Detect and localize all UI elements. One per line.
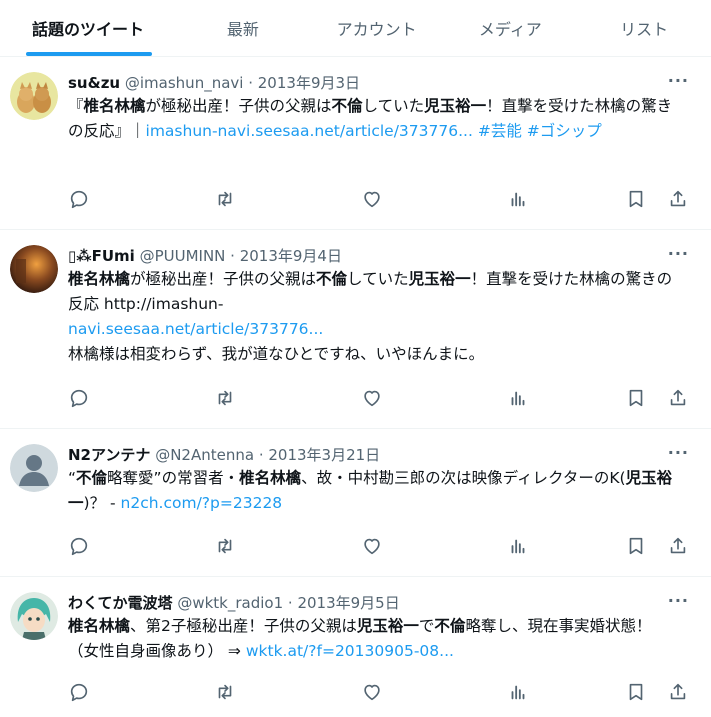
tab-media[interactable]: メディア xyxy=(444,0,578,56)
share-icon[interactable] xyxy=(667,535,689,557)
search-tabs: 話題のツイート 最新 アカウント メディア リスト xyxy=(0,0,711,57)
tweet-actions xyxy=(68,187,689,211)
tweet-link[interactable]: navi.seesaa.net/article/373776... xyxy=(68,320,323,338)
tweet-date[interactable]: 2013年3月21日 xyxy=(268,446,380,464)
display-name[interactable]: N2アンテナ xyxy=(68,446,150,464)
share-icon[interactable] xyxy=(667,188,689,210)
tweet-date[interactable]: 2013年9月4日 xyxy=(240,247,342,265)
user-handle[interactable]: @N2Antenna xyxy=(155,446,254,464)
retweet-icon[interactable] xyxy=(214,681,236,703)
more-icon[interactable]: ··· xyxy=(668,591,689,610)
tweet-link[interactable]: #芸能 xyxy=(478,122,522,140)
tweet[interactable]: N2アンテナ @N2Antenna · 2013年3月21日 ··· “不倫略奪… xyxy=(0,429,711,577)
avatar[interactable] xyxy=(10,592,58,640)
keyword-highlight: 不倫 xyxy=(316,270,348,288)
tweet[interactable]: ▯⁂FUmi @PUUMINN · 2013年9月4日 ··· 椎名林檎が極秘出… xyxy=(0,230,711,429)
avatar[interactable] xyxy=(10,444,58,492)
tab-label: アカウント xyxy=(336,20,417,39)
tweet-actions xyxy=(68,534,689,558)
reply-icon[interactable] xyxy=(68,188,90,210)
tab-top[interactable]: 話題のツイート xyxy=(0,0,176,56)
tweet-text: 『椎名林檎が極秘出産！子供の父親は不倫していた児玉裕一！直撃を受けた林檎の驚きの… xyxy=(68,97,673,140)
display-name[interactable]: su&zu xyxy=(68,74,120,92)
display-name[interactable]: ▯⁂FUmi xyxy=(68,247,135,265)
save-share-actions xyxy=(625,188,689,210)
tweet-text: “不倫略奪愛”の常習者・椎名林檎、故・中村勘三郎の次は映像ディレクターのK(児玉… xyxy=(68,469,673,512)
tab-label: 話題のツイート xyxy=(31,20,144,39)
tab-lists[interactable]: リスト xyxy=(577,0,711,56)
tab-label: リスト xyxy=(620,20,669,39)
share-icon[interactable] xyxy=(667,387,689,409)
keyword-highlight: 児玉裕一 xyxy=(356,617,419,635)
tweet[interactable]: わくてか電波塔 @wktk_radio1 · 2013年9月5日 ··· 椎名林… xyxy=(0,577,711,717)
tweet-text: 椎名林檎、第2子極秘出産！子供の父親は児玉裕一で不倫略奪し、現在事実婚状態！（女… xyxy=(68,617,652,660)
like-icon[interactable] xyxy=(361,681,383,703)
bookmark-icon[interactable] xyxy=(625,681,647,703)
engagement-actions xyxy=(68,387,625,409)
bookmark-icon[interactable] xyxy=(625,535,647,557)
views-icon[interactable] xyxy=(507,387,529,409)
user-handle[interactable]: @wktk_radio1 xyxy=(177,594,283,612)
bookmark-icon[interactable] xyxy=(625,188,647,210)
reply-icon[interactable] xyxy=(68,535,90,557)
tweet-link[interactable]: imashun-navi.seesaa.net/article/373776..… xyxy=(146,122,473,140)
tweet-link[interactable]: #ゴシップ xyxy=(527,122,602,140)
retweet-icon[interactable] xyxy=(214,535,236,557)
keyword-highlight: 児玉裕一 xyxy=(408,270,471,288)
more-icon[interactable]: ··· xyxy=(668,71,689,90)
tweet-date[interactable]: 2013年9月5日 xyxy=(297,594,399,612)
tweet-text: 椎名林檎が極秘出産！子供の父親は不倫していた児玉裕一！直撃を受けた林檎の驚きの反… xyxy=(68,270,673,363)
save-share-actions xyxy=(625,387,689,409)
keyword-highlight: 不倫 xyxy=(76,469,108,487)
keyword-highlight: 椎名林檎 xyxy=(239,469,302,487)
save-share-actions xyxy=(625,535,689,557)
like-icon[interactable] xyxy=(361,535,383,557)
tab-people[interactable]: アカウント xyxy=(310,0,444,56)
active-tab-indicator xyxy=(26,52,152,56)
tab-latest[interactable]: 最新 xyxy=(176,0,310,56)
tweet-header: ▯⁂FUmi @PUUMINN · 2013年9月4日 xyxy=(68,247,342,265)
tweet-header: N2アンテナ @N2Antenna · 2013年3月21日 xyxy=(68,446,381,464)
like-icon[interactable] xyxy=(361,387,383,409)
views-icon[interactable] xyxy=(507,188,529,210)
tab-label: 最新 xyxy=(226,20,259,39)
tweet-header: わくてか電波塔 @wktk_radio1 · 2013年9月5日 xyxy=(68,594,400,612)
reply-icon[interactable] xyxy=(68,387,90,409)
tweet-link[interactable]: wktk.at/?f=20130905-08... xyxy=(246,642,454,660)
engagement-actions xyxy=(68,188,625,210)
views-icon[interactable] xyxy=(507,681,529,703)
save-share-actions xyxy=(625,681,689,703)
like-icon[interactable] xyxy=(361,188,383,210)
keyword-highlight: 児玉裕一 xyxy=(424,97,487,115)
share-icon[interactable] xyxy=(667,681,689,703)
tweet-actions xyxy=(68,386,689,410)
keyword-highlight: 椎名林檎 xyxy=(83,97,146,115)
display-name[interactable]: わくてか電波塔 xyxy=(68,594,173,612)
engagement-actions xyxy=(68,535,625,557)
tweet-link[interactable]: n2ch.com/?p=23228 xyxy=(121,494,283,512)
retweet-icon[interactable] xyxy=(214,188,236,210)
avatar[interactable] xyxy=(10,245,58,293)
bookmark-icon[interactable] xyxy=(625,387,647,409)
tab-label: メディア xyxy=(478,20,542,39)
keyword-highlight: 不倫 xyxy=(434,617,466,635)
user-handle[interactable]: @imashun_navi xyxy=(125,74,244,92)
keyword-highlight: 椎名林檎 xyxy=(68,270,131,288)
reply-icon[interactable] xyxy=(68,681,90,703)
keyword-highlight: 椎名林檎 xyxy=(68,617,131,635)
more-icon[interactable]: ··· xyxy=(668,244,689,263)
tweet-date[interactable]: 2013年9月3日 xyxy=(258,74,360,92)
keyword-highlight: 不倫 xyxy=(331,97,363,115)
tweet[interactable]: su&zu @imashun_navi · 2013年9月3日 ··· 『椎名林… xyxy=(0,57,711,230)
tweet-header: su&zu @imashun_navi · 2013年9月3日 xyxy=(68,74,361,92)
avatar[interactable] xyxy=(10,72,58,120)
tweet-actions xyxy=(68,680,689,704)
user-handle[interactable]: @PUUMINN xyxy=(140,247,226,265)
retweet-icon[interactable] xyxy=(214,387,236,409)
engagement-actions xyxy=(68,681,625,703)
more-icon[interactable]: ··· xyxy=(668,443,689,462)
views-icon[interactable] xyxy=(507,535,529,557)
